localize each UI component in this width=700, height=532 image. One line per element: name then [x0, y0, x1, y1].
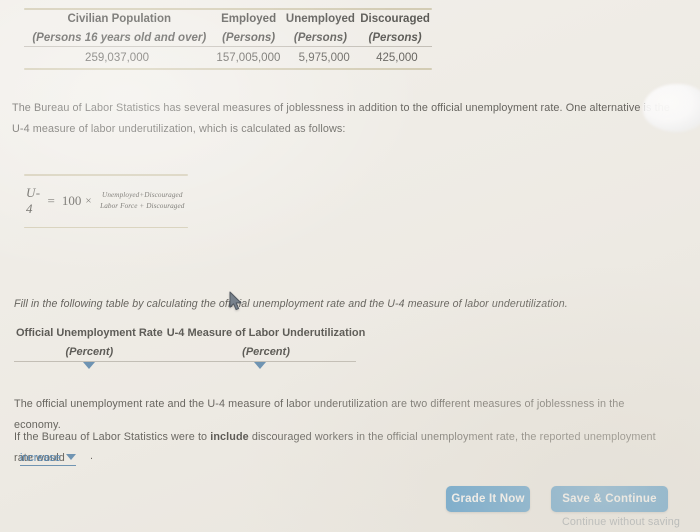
sentence-period: .	[90, 450, 93, 462]
formula-denominator: Labor Force + Discouraged	[100, 201, 185, 210]
formula-equals-sign: =	[47, 192, 55, 208]
column-header-official-unemployment-rate-subtitle: (Percent)	[65, 346, 114, 359]
include-sentence-emphasis: include	[210, 431, 249, 443]
u4-formula: U-4 = 100 × Unemployed+Discouraged Labor…	[24, 176, 188, 227]
answer-table-header-row: Official Unemployment Rate (Percent) U-4…	[14, 326, 367, 361]
table-header-row: Civilian Population (Persons 16 years ol…	[24, 10, 432, 46]
formula-bottom-rule	[24, 226, 188, 228]
table-top-rule	[24, 8, 432, 10]
column-header-civilian-population-subtitle: (Persons 16 years old and over)	[32, 31, 207, 44]
column-header-civilian-population: Civilian Population (Persons 16 years ol…	[24, 10, 215, 46]
official-unemployment-rate-dropdown[interactable]	[72, 361, 106, 387]
formula-left-side: U-4	[26, 184, 41, 216]
direction-dropdown[interactable]: increase	[20, 452, 76, 466]
cell-unemployed: 5,975,000	[298, 52, 350, 65]
formula-numerator: Unemployed+Discouraged	[102, 191, 183, 200]
column-header-unemployed-title: Unemployed	[285, 13, 355, 25]
formula-coefficient: 100	[61, 192, 82, 208]
direction-dropdown-value: increase	[20, 452, 61, 464]
chevron-down-icon	[254, 361, 267, 386]
column-header-u4-measure-subtitle: (Percent)	[242, 346, 290, 359]
column-header-employed: Employed (Persons)	[215, 10, 283, 46]
labor-statistics-table: Civilian Population (Persons 16 years ol…	[24, 8, 432, 71]
answer-table: Official Unemployment Rate (Percent) U-4…	[14, 326, 365, 389]
cell-discouraged: 425,000	[376, 52, 418, 65]
fill-in-prompt: Fill in the following table by calculati…	[14, 298, 568, 310]
table-bottom-rule	[24, 68, 432, 71]
cell-civilian-population: 259,037,000	[85, 52, 149, 65]
column-header-civilian-population-title: Civilian Population	[67, 13, 172, 25]
worksheet-page: Civilian Population (Persons 16 years ol…	[0, 0, 700, 532]
column-header-discouraged-subtitle: (Persons)	[368, 31, 422, 44]
continue-without-saving-link[interactable]: Continue without saving	[551, 516, 691, 528]
chevron-down-icon	[83, 361, 96, 386]
column-header-official-unemployment-rate-title: Official Unemployment Rate	[16, 327, 163, 339]
formula-top-rule	[24, 174, 188, 176]
increase-dropdown-wrapper: increase	[20, 448, 76, 466]
grade-it-now-button[interactable]: Grade It Now	[446, 486, 530, 512]
formula-fraction: Unemployed+Discouraged Labor Force + Dis…	[97, 190, 188, 211]
cell-official-unemployment-rate	[14, 361, 165, 389]
answer-table-grid: Official Unemployment Rate (Percent) U-4…	[14, 326, 367, 361]
include-sentence: If the Bureau of Labor Statistics were t…	[14, 427, 674, 468]
column-header-unemployed: Unemployed (Persons)	[283, 10, 358, 46]
include-sentence-before: If the Bureau of Labor Statistics were t…	[14, 431, 211, 443]
column-header-official-unemployment-rate: Official Unemployment Rate (Percent)	[14, 326, 165, 361]
table-row: 259,037,000 157,005,000 5,975,000 425,00…	[24, 47, 432, 68]
column-header-u4-measure: U-4 Measure of Labor Underutilization (P…	[165, 326, 368, 361]
chevron-down-icon	[65, 454, 76, 461]
u4-measure-dropdown[interactable]	[243, 361, 277, 387]
table-row	[14, 361, 356, 389]
column-header-unemployed-subtitle: (Persons)	[293, 31, 347, 44]
column-header-employed-title: Employed	[221, 13, 277, 25]
labor-statistics-table-grid: Civilian Population (Persons 16 years ol…	[24, 10, 432, 46]
cell-employed: 157,005,000	[216, 52, 281, 65]
u4-formula-block: U-4 = 100 × Unemployed+Discouraged Labor…	[24, 174, 188, 228]
save-and-continue-button[interactable]: Save & Continue	[551, 486, 668, 512]
column-header-u4-measure-title: U-4 Measure of Labor Underutilization	[166, 327, 366, 339]
cell-u4-measure	[165, 361, 356, 389]
column-header-employed-subtitle: (Persons)	[222, 31, 276, 44]
answer-table-input-grid	[14, 361, 356, 389]
labor-statistics-value-grid: 259,037,000 157,005,000 5,975,000 425,00…	[24, 47, 432, 68]
formula-multiplication-sign: ×	[85, 194, 92, 207]
column-header-discouraged-title: Discouraged	[360, 13, 430, 25]
intro-paragraph: The Bureau of Labor Statistics has sever…	[12, 102, 670, 135]
column-header-discouraged: Discouraged (Persons)	[358, 10, 432, 46]
